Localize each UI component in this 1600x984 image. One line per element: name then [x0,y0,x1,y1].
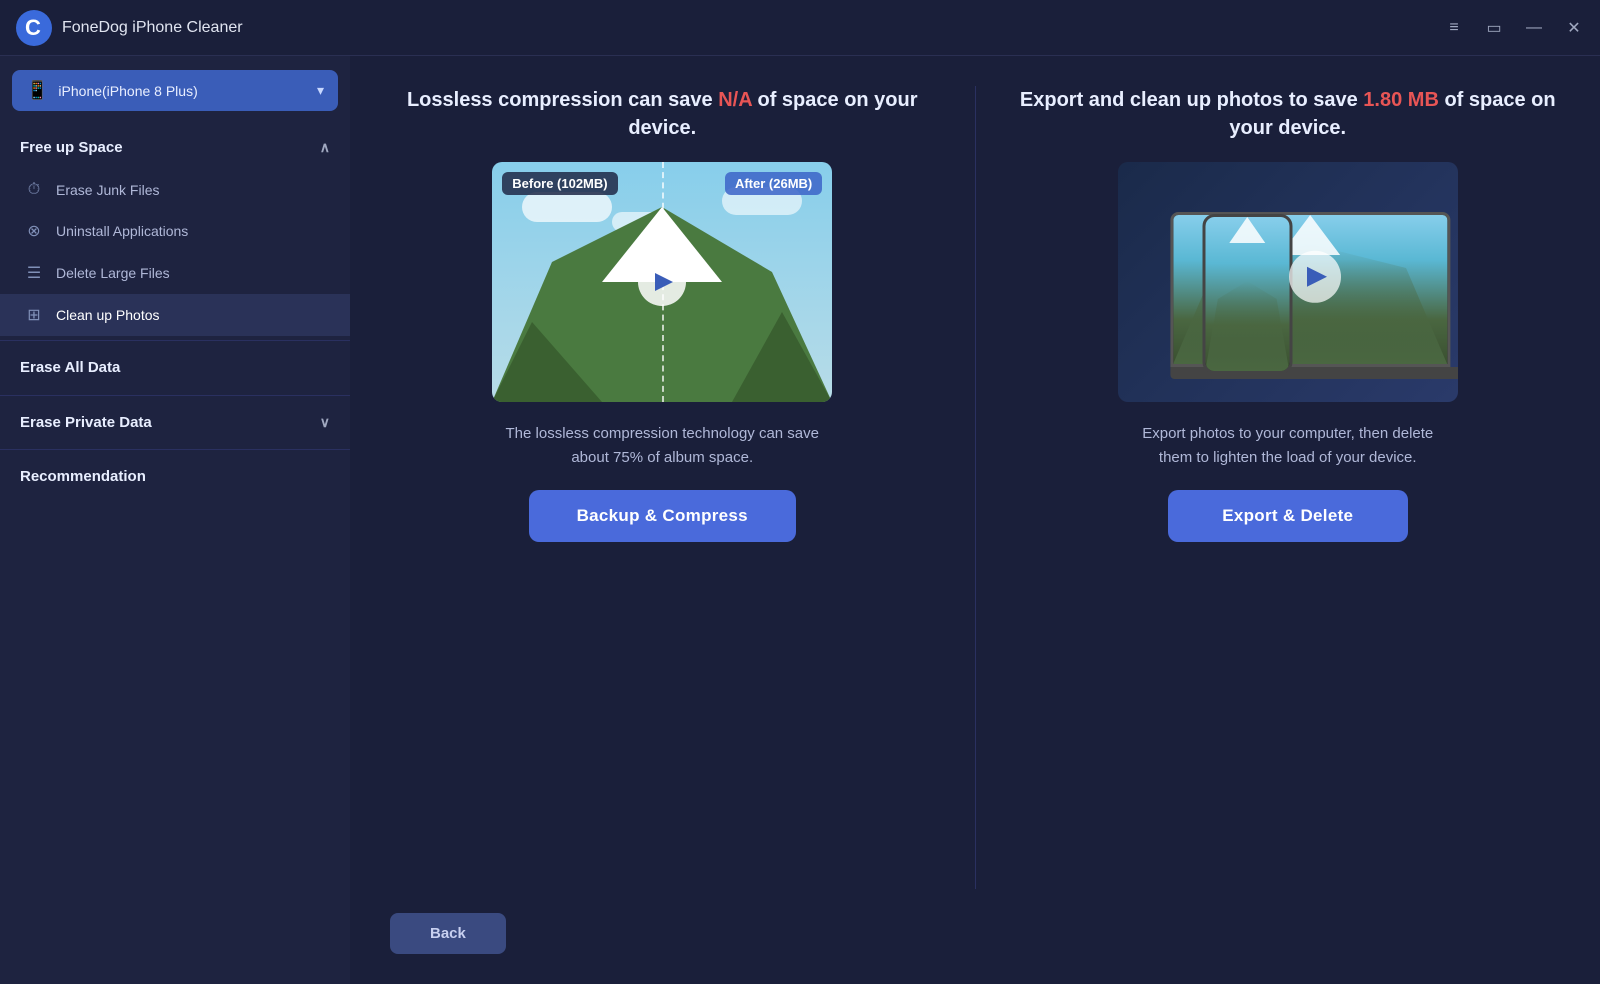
sidebar-section-header-free-up-space[interactable]: Free up Space ∧ [0,125,350,170]
play-button-left[interactable] [638,258,686,306]
phone [1202,214,1292,374]
export-image [1118,162,1458,402]
device-selector[interactable]: 📱 iPhone(iPhone 8 Plus) ▾ [12,70,338,111]
sidebar-item-label-erase-junk: Erase Junk Files [56,182,159,198]
sidebar-label-recommendation: Recommendation [20,468,146,485]
phone-mountain [1205,281,1289,371]
app-body: 📱 iPhone(iPhone 8 Plus) ▾ Free up Space … [0,56,1600,984]
play-button-right[interactable] [1289,251,1341,303]
backup-compress-button[interactable]: Backup & Compress [529,490,796,542]
sidebar-item-label-clean-photos: Clean up Photos [56,307,160,323]
menu-icon[interactable]: ≡ [1444,18,1464,38]
back-button[interactable]: Back [390,913,506,954]
export-card: Export and clean up photos to save 1.80 … [1016,86,1561,889]
export-delete-button[interactable]: Export & Delete [1168,490,1408,542]
export-title-start: Export and clean up photos to save [1020,89,1363,111]
minimize-button[interactable]: — [1524,18,1544,38]
list-icon: ☰ [24,263,44,283]
compress-card-title: Lossless compression can save N/A of spa… [390,86,935,142]
device-illustration [1118,162,1458,402]
cards-divider [975,86,976,889]
main-content: Lossless compression can save N/A of spa… [350,56,1600,984]
cards-row: Lossless compression can save N/A of spa… [390,86,1560,889]
sidebar-divider-2 [0,395,350,396]
chevron-down-icon-private: ∨ [320,414,330,431]
app-logo: C [16,10,52,46]
chevron-down-icon: ▾ [317,82,324,99]
compress-title-start: Lossless compression can save [407,89,718,111]
app-title: FoneDog iPhone Cleaner [62,19,1444,37]
sidebar-section-erase-private[interactable]: Erase Private Data ∨ [0,400,350,445]
sidebar-item-erase-junk[interactable]: ⏱ Erase Junk Files [0,170,350,210]
label-after: After (26MB) [725,172,822,195]
device-icon: 📱 [26,80,48,101]
compress-desc: The lossless compression technology can … [502,422,822,470]
compress-card: Lossless compression can save N/A of spa… [390,86,935,889]
close-button[interactable]: ✕ [1564,18,1584,38]
sidebar-label-erase-private: Erase Private Data [20,414,152,431]
sidebar-item-label-delete-large: Delete Large Files [56,265,170,281]
sidebar-label-erase-all: Erase All Data [20,359,120,376]
sidebar-item-clean-photos[interactable]: ⊞ Clean up Photos [0,294,350,336]
sidebar-item-label-uninstall: Uninstall Applications [56,223,188,239]
clock-icon: ⏱ [24,181,44,199]
export-desc: Export photos to your computer, then del… [1128,422,1448,470]
sidebar: 📱 iPhone(iPhone 8 Plus) ▾ Free up Space … [0,56,350,984]
sidebar-item-delete-large[interactable]: ☰ Delete Large Files [0,252,350,294]
sidebar-section-label-free-up-space: Free up Space [20,139,123,156]
svg-text:C: C [25,15,41,40]
sidebar-divider-3 [0,449,350,450]
sidebar-section-recommendation[interactable]: Recommendation [0,454,350,500]
compress-image: Before (102MB) After (26MB) [492,162,832,402]
chat-icon[interactable]: ▭ [1484,18,1504,38]
chevron-up-icon: ∧ [320,139,330,156]
label-before: Before (102MB) [502,172,617,195]
apps-icon: ⊗ [24,221,44,241]
bottom-bar: Back [390,889,1560,954]
sidebar-section-erase-all[interactable]: Erase All Data [0,345,350,391]
window-controls: ≡ ▭ — ✕ [1444,18,1584,38]
device-name: iPhone(iPhone 8 Plus) [58,83,307,99]
sidebar-divider-1 [0,340,350,341]
phone-snow [1229,217,1265,243]
export-title-highlight: 1.80 MB [1363,89,1439,111]
photos-icon: ⊞ [24,305,44,325]
compress-title-highlight: N/A [718,89,752,111]
phone-screen [1205,217,1289,371]
sidebar-item-uninstall-apps[interactable]: ⊗ Uninstall Applications [0,210,350,252]
sidebar-section-free-up-space: Free up Space ∧ ⏱ Erase Junk Files ⊗ Uni… [0,125,350,336]
export-card-title: Export and clean up photos to save 1.80 … [1016,86,1561,142]
title-bar: C FoneDog iPhone Cleaner ≡ ▭ — ✕ [0,0,1600,56]
